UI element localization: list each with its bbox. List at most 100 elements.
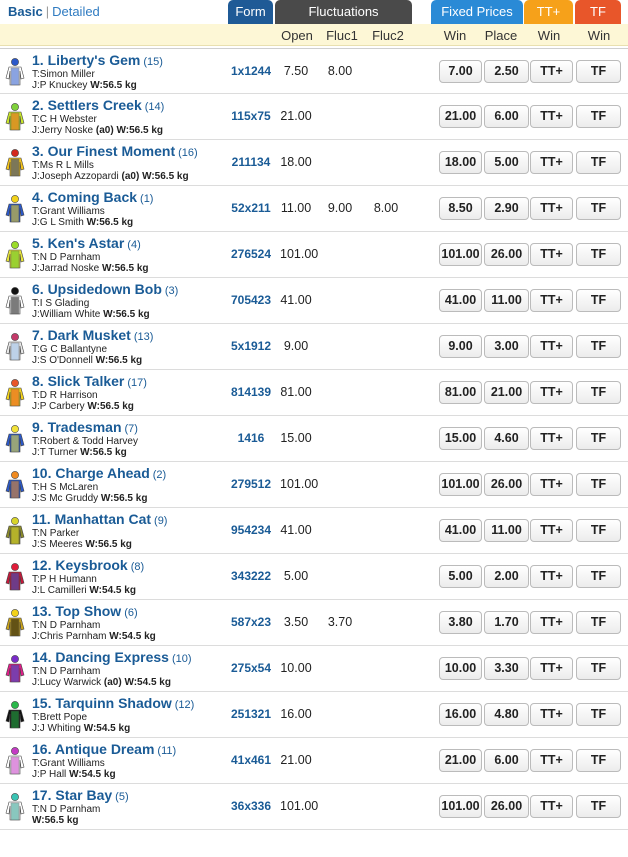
- horse-name-link[interactable]: 3. Our Finest Moment (16): [32, 143, 198, 159]
- place-price-button[interactable]: 21.00: [484, 381, 529, 404]
- horse-name-link[interactable]: 5. Ken's Astar (4): [32, 235, 141, 251]
- tf-button[interactable]: TF: [576, 795, 621, 818]
- place-price-button[interactable]: 5.00: [484, 151, 529, 174]
- win-price-button[interactable]: 101.00: [439, 795, 482, 818]
- form-figures[interactable]: 1x1244: [228, 64, 274, 78]
- place-price-button[interactable]: 26.00: [484, 795, 529, 818]
- horse-name-link[interactable]: 6. Upsidedown Bob (3): [32, 281, 178, 297]
- horse-name-link[interactable]: 13. Top Show (6): [32, 603, 138, 619]
- tf-button[interactable]: TF: [576, 473, 621, 496]
- horse-name-link[interactable]: 11. Manhattan Cat (9): [32, 511, 167, 527]
- place-price-button[interactable]: 6.00: [484, 105, 529, 128]
- ttplus-button[interactable]: TT+: [530, 795, 573, 818]
- win-price-button[interactable]: 16.00: [439, 703, 482, 726]
- horse-name-link[interactable]: 9. Tradesman (7): [32, 419, 138, 435]
- form-figures[interactable]: 41x461: [228, 753, 274, 767]
- form-figures[interactable]: 5x1912: [228, 339, 274, 353]
- ttplus-button[interactable]: TT+: [530, 381, 573, 404]
- ttplus-button[interactable]: TT+: [530, 611, 573, 634]
- horse-name-link[interactable]: 14. Dancing Express (10): [32, 649, 192, 665]
- horse-name-link[interactable]: 17. Star Bay (5): [32, 787, 129, 803]
- win-price-button[interactable]: 7.00: [439, 60, 482, 83]
- ttplus-button[interactable]: TT+: [530, 749, 573, 772]
- tf-button[interactable]: TF: [576, 749, 621, 772]
- form-figures[interactable]: 275x54: [228, 661, 274, 675]
- horse-name-link[interactable]: 8. Slick Talker (17): [32, 373, 147, 389]
- tf-button[interactable]: TF: [576, 427, 621, 450]
- ttplus-button[interactable]: TT+: [530, 197, 573, 220]
- form-figures[interactable]: 251321: [228, 707, 274, 721]
- tf-button[interactable]: TF: [576, 565, 621, 588]
- tf-button[interactable]: TF: [576, 381, 621, 404]
- place-price-button[interactable]: 26.00: [484, 243, 529, 266]
- ttplus-button[interactable]: TT+: [530, 335, 573, 358]
- tf-button[interactable]: TF: [576, 197, 621, 220]
- place-price-button[interactable]: 3.30: [484, 657, 529, 680]
- win-price-button[interactable]: 18.00: [439, 151, 482, 174]
- win-price-button[interactable]: 21.00: [439, 749, 482, 772]
- tf-button[interactable]: TF: [576, 289, 621, 312]
- tf-button[interactable]: TF: [576, 335, 621, 358]
- ttplus-button[interactable]: TT+: [530, 427, 573, 450]
- form-figures[interactable]: 705423: [228, 293, 274, 307]
- win-price-button[interactable]: 101.00: [439, 243, 482, 266]
- horse-name-link[interactable]: 15. Tarquinn Shadow (12): [32, 695, 194, 711]
- tab-basic[interactable]: Basic: [8, 4, 43, 19]
- ttplus-button[interactable]: TT+: [530, 60, 573, 83]
- tf-button[interactable]: TF: [576, 519, 621, 542]
- form-figures[interactable]: 1416: [228, 431, 274, 445]
- ttplus-button[interactable]: TT+: [530, 519, 573, 542]
- win-price-button[interactable]: 5.00: [439, 565, 482, 588]
- place-price-button[interactable]: 11.00: [484, 519, 529, 542]
- ttplus-button[interactable]: TT+: [530, 565, 573, 588]
- form-figures[interactable]: 52x211: [228, 201, 274, 215]
- horse-name-link[interactable]: 4. Coming Back (1): [32, 189, 153, 205]
- ttplus-button[interactable]: TT+: [530, 473, 573, 496]
- horse-name-link[interactable]: 12. Keysbrook (8): [32, 557, 144, 573]
- tf-button[interactable]: TF: [576, 105, 621, 128]
- tf-button[interactable]: TF: [576, 657, 621, 680]
- form-figures[interactable]: 279512: [228, 477, 274, 491]
- ttplus-button[interactable]: TT+: [530, 289, 573, 312]
- form-figures[interactable]: 814139: [228, 385, 274, 399]
- form-figures[interactable]: 343222: [228, 569, 274, 583]
- win-price-button[interactable]: 3.80: [439, 611, 482, 634]
- horse-name-link[interactable]: 10. Charge Ahead (2): [32, 465, 166, 481]
- place-price-button[interactable]: 2.50: [484, 60, 529, 83]
- ttplus-button[interactable]: TT+: [530, 703, 573, 726]
- form-figures[interactable]: 115x75: [228, 109, 274, 123]
- win-price-button[interactable]: 10.00: [439, 657, 482, 680]
- place-price-button[interactable]: 2.90: [484, 197, 529, 220]
- tf-button[interactable]: TF: [576, 243, 621, 266]
- win-price-button[interactable]: 21.00: [439, 105, 482, 128]
- win-price-button[interactable]: 9.00: [439, 335, 482, 358]
- horse-name-link[interactable]: 7. Dark Musket (13): [32, 327, 153, 343]
- tf-button[interactable]: TF: [576, 611, 621, 634]
- place-price-button[interactable]: 4.60: [484, 427, 529, 450]
- place-price-button[interactable]: 11.00: [484, 289, 529, 312]
- place-price-button[interactable]: 26.00: [484, 473, 529, 496]
- place-price-button[interactable]: 2.00: [484, 565, 529, 588]
- ttplus-button[interactable]: TT+: [530, 105, 573, 128]
- tf-button[interactable]: TF: [576, 151, 621, 174]
- win-price-button[interactable]: 15.00: [439, 427, 482, 450]
- win-price-button[interactable]: 8.50: [439, 197, 482, 220]
- ttplus-button[interactable]: TT+: [530, 243, 573, 266]
- win-price-button[interactable]: 41.00: [439, 289, 482, 312]
- win-price-button[interactable]: 81.00: [439, 381, 482, 404]
- form-figures[interactable]: 276524: [228, 247, 274, 261]
- tab-detailed[interactable]: Detailed: [52, 4, 100, 19]
- form-figures[interactable]: 587x23: [228, 615, 274, 629]
- horse-name-link[interactable]: 16. Antique Dream (11): [32, 741, 176, 757]
- form-figures[interactable]: 211134: [228, 155, 274, 169]
- win-price-button[interactable]: 101.00: [439, 473, 482, 496]
- ttplus-button[interactable]: TT+: [530, 657, 573, 680]
- form-figures[interactable]: 954234: [228, 523, 274, 537]
- tf-button[interactable]: TF: [576, 60, 621, 83]
- tf-button[interactable]: TF: [576, 703, 621, 726]
- place-price-button[interactable]: 1.70: [484, 611, 529, 634]
- horse-name-link[interactable]: 2. Settlers Creek (14): [32, 97, 164, 113]
- place-price-button[interactable]: 4.80: [484, 703, 529, 726]
- ttplus-button[interactable]: TT+: [530, 151, 573, 174]
- place-price-button[interactable]: 3.00: [484, 335, 529, 358]
